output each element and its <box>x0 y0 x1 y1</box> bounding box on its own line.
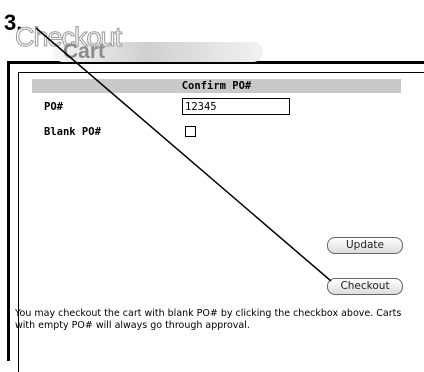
po-input[interactable] <box>182 98 290 115</box>
blank-po-checkbox[interactable] <box>185 126 196 137</box>
update-button[interactable]: Update <box>327 237 403 254</box>
panel-header: Confirm PO# <box>32 79 401 93</box>
checkout-button[interactable]: Checkout <box>327 278 403 295</box>
po-row: PO# <box>32 93 401 118</box>
po-label: PO# <box>44 101 63 113</box>
blank-po-label: Blank PO# <box>44 126 101 138</box>
logo-word-cart: Cart <box>63 40 106 63</box>
blank-po-row: Blank PO# <box>32 118 401 143</box>
checkout-note: You may checkout the cart with blank PO#… <box>15 308 402 331</box>
confirm-po-panel: Confirm PO# PO# Blank PO# <box>32 79 401 143</box>
checkout-cart-logo: Checkout Cart <box>14 22 263 70</box>
